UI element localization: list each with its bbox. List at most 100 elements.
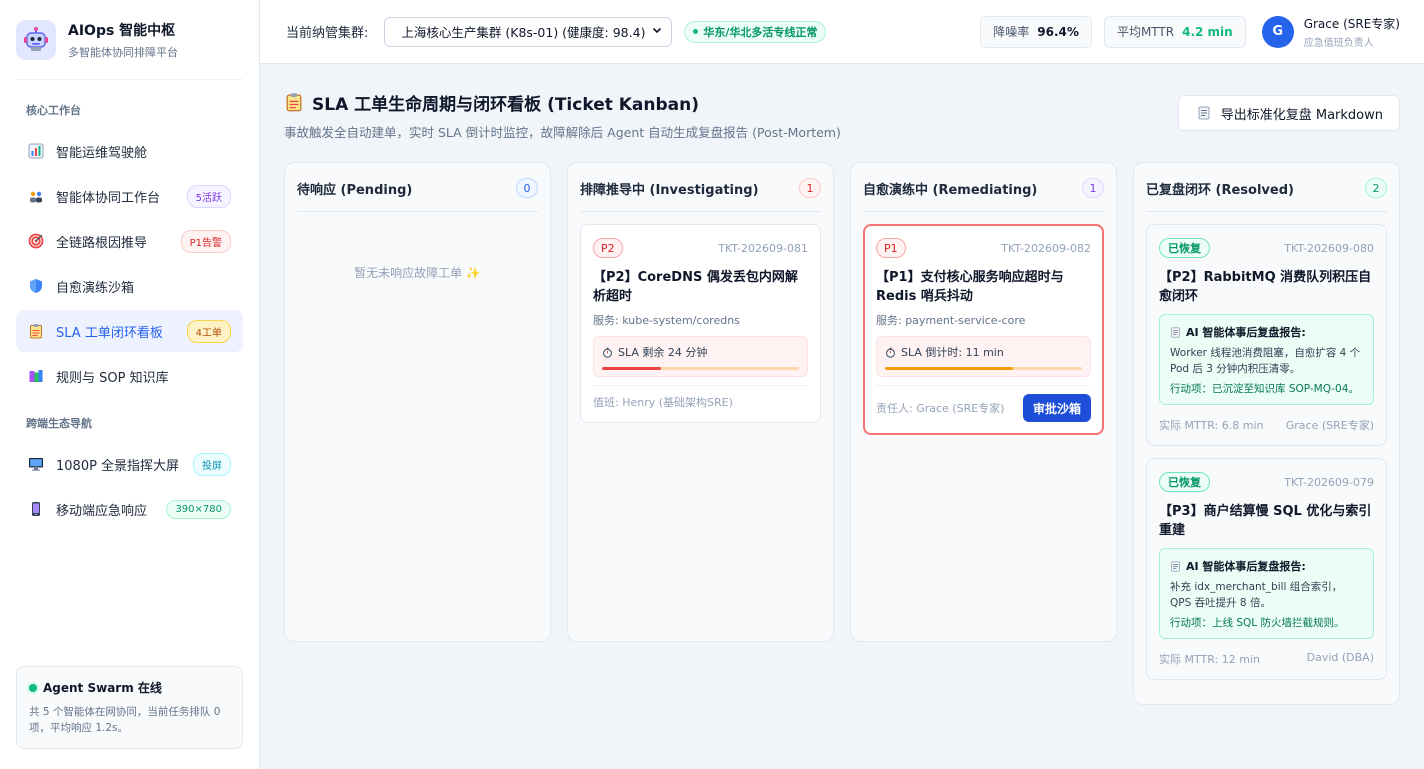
avatar: G [1261, 15, 1294, 48]
column-resolved: 已复盘闭环 (Resolved) 2 已恢复 TKT-202609-080 【P… [1133, 162, 1400, 705]
target-icon [26, 231, 46, 251]
sidebar: AIOps 智能中枢 多智能体协同排障平台 核心工作台 智能运维驾驶舱 智能体协… [0, 0, 260, 769]
user-name: Grace (SRE专家) [1303, 16, 1400, 31]
cluster-select[interactable]: 上海核心生产集群 (K8s-01) (健康度: 98.4) [384, 16, 673, 47]
topbar: 当前纳管集群: 上海核心生产集群 (K8s-01) (健康度: 98.4) 华东… [260, 0, 1424, 64]
column-count: 1 [1082, 178, 1104, 198]
empty-state: 暂无未响应故障工单 ✨ [354, 266, 481, 280]
sidebar-item-label: 自愈演练沙箱 [56, 280, 135, 296]
report-icon [1170, 560, 1181, 572]
user-menu[interactable]: G Grace (SRE专家) 应急值班负责人 [1261, 15, 1400, 49]
report-action-item: 行动项：上线 SQL 防火墙拦截规则。 [1170, 617, 1345, 629]
books-icon [26, 366, 46, 386]
ticket-title: 【P1】支付核心服务响应超时与 Redis 哨兵抖动 [876, 270, 1064, 304]
priority-badge: P1 [876, 238, 906, 258]
sidebar-item-label: 智能体协同工作台 [56, 190, 161, 206]
ticket-title: 【P2】CoreDNS 偶发丢包内网解析超时 [593, 270, 798, 304]
sidebar-item-rootcause[interactable]: 全链路根因推导 P1告警 [16, 220, 243, 262]
priority-badge: P2 [593, 238, 623, 258]
chevron-down-icon [651, 24, 663, 39]
ticket-mttr: 实际 MTTR: 6.8 min [1159, 419, 1264, 432]
sla-text: SLA 剩余 24 分钟 [618, 346, 708, 359]
ticket-title: 【P3】商户结算慢 SQL 优化与索引重建 [1159, 504, 1372, 538]
page-subtitle: 事故触发全自动建单，实时 SLA 倒计时监控，故障解除后 Agent 自动生成复… [284, 125, 841, 140]
ticket-card[interactable]: P1 TKT-202609-082 【P1】支付核心服务响应超时与 Redis … [863, 224, 1104, 435]
noise-reduction-metric: 降噪率 96.4% [980, 15, 1092, 48]
metric-label: 平均MTTR [1116, 25, 1175, 39]
agents-icon [26, 186, 46, 206]
ticket-id: TKT-202609-080 [1284, 241, 1374, 255]
report-title: AI 智能体事后复盘报告: [1186, 326, 1306, 339]
mttr-metric: 平均MTTR 4.2 min [1103, 15, 1246, 48]
sidebar-item-label: 全链路根因推导 [56, 235, 148, 251]
online-dot-icon [29, 683, 37, 692]
column-investigating: 排障推导中 (Investigating) 1 P2 TKT-202609-08… [567, 162, 834, 642]
metric-value: 96.4% [1037, 24, 1079, 39]
sla-text: SLA 倒计时: 11 min [901, 346, 1004, 359]
cluster-label: 当前纳管集群: [286, 26, 369, 41]
status-dot-icon [693, 29, 699, 34]
sidebar-item-agents[interactable]: 智能体协同工作台 5活跃 [16, 175, 243, 217]
ticket-service: 服务: payment-service-core [876, 314, 1026, 327]
sla-progress-fill [885, 367, 1014, 370]
monitor-icon [26, 454, 46, 474]
sidebar-item-sla-kanban[interactable]: SLA 工单闭环看板 4工单 [16, 310, 243, 352]
cluster-select-value: 上海核心生产集群 (K8s-01) (健康度: 98.4) [401, 25, 646, 40]
cast-badge: 投屏 [193, 452, 231, 476]
agent-swarm-status: Agent Swarm 在线 共 5 个智能体在网协同，当前任务排队 0 项，平… [16, 666, 243, 749]
kanban-board: 待响应 (Pending) 0 暂无未响应故障工单 ✨ 排障推导中 (Inves… [284, 162, 1400, 705]
resolved-badge: 已恢复 [1159, 238, 1210, 258]
report-body: 补充 idx_merchant_bill 组合索引，QPS 吞吐提升 8 倍。 [1170, 581, 1343, 609]
report-action-item: 行动项：已沉淀至知识库 SOP-MQ-04。 [1170, 383, 1359, 395]
ticket-card[interactable]: 已恢复 TKT-202609-080 【P2】RabbitMQ 消费队列积压自愈… [1146, 224, 1387, 446]
clipboard-icon [26, 321, 46, 341]
column-title: 已复盘闭环 (Resolved) [1146, 182, 1294, 198]
sla-countdown: SLA 剩余 24 分钟 [593, 336, 808, 377]
mobile-icon [26, 499, 46, 519]
ticket-owner: 责任人: Grace (SRE专家) [876, 402, 1005, 415]
sidebar-item-label: 规则与 SOP 知识库 [56, 370, 169, 386]
report-body: Worker 线程池消费阻塞，自愈扩容 4 个 Pod 后 3 分钟内积压清零。 [1170, 347, 1361, 375]
brand-title: AIOps 智能中枢 [68, 22, 176, 39]
ticket-card[interactable]: 已恢复 TKT-202609-079 【P3】商户结算慢 SQL 优化与索引重建… [1146, 458, 1387, 680]
sidebar-item-label: 智能运维驾驶舱 [56, 145, 148, 161]
nav-section-eco: 跨端生态导航 [26, 417, 92, 430]
active-agents-badge: 5活跃 [186, 184, 231, 208]
export-markdown-button[interactable]: 导出标准化复盘 Markdown [1177, 95, 1400, 131]
sidebar-item-bigscreen[interactable]: 1080P 全景指挥大屏 投屏 [16, 443, 243, 485]
swarm-title: Agent Swarm 在线 [43, 681, 162, 695]
timer-icon [885, 347, 896, 358]
brand-subtitle: 多智能体协同排障平台 [68, 45, 178, 59]
main-area: 当前纳管集群: 上海核心生产集群 (K8s-01) (健康度: 98.4) 华东… [260, 0, 1424, 769]
sidebar-item-knowledge[interactable]: 规则与 SOP 知识库 [16, 355, 243, 397]
network-status-text: 华东/华北多活专线正常 [703, 25, 818, 39]
ticket-oncall: 值班: Henry (基础架构SRE) [593, 396, 733, 409]
content: SLA 工单生命周期与闭环看板 (Ticket Kanban) 事故触发全自动建… [260, 64, 1424, 769]
robot-logo-icon [16, 19, 56, 60]
sidebar-item-cockpit[interactable]: 智能运维驾驶舱 [16, 130, 243, 172]
column-title: 待响应 (Pending) [297, 182, 413, 198]
sla-progress-track [885, 367, 1082, 370]
swarm-description: 共 5 个智能体在网协同，当前任务排队 0 项，平均响应 1.2s。 [29, 706, 221, 734]
sidebar-item-sandbox[interactable]: 自愈演练沙箱 [16, 265, 243, 307]
resolved-badge: 已恢复 [1159, 472, 1210, 492]
network-status-badge: 华东/华北多活专线正常 [684, 20, 827, 43]
user-role: 应急值班负责人 [1303, 37, 1374, 49]
postmortem-report: AI 智能体事后复盘报告: Worker 线程池消费阻塞，自愈扩容 4 个 Po… [1159, 314, 1374, 405]
alert-badge: P1告警 [180, 229, 231, 253]
approve-sandbox-button[interactable]: 审批沙箱 [1022, 394, 1091, 422]
metric-label: 降噪率 [993, 25, 1030, 39]
export-button-label: 导出标准化复盘 Markdown [1220, 107, 1383, 123]
resolution-badge: 390×780 [166, 499, 231, 519]
timer-icon [602, 347, 613, 358]
ticket-count-badge: 4工单 [186, 319, 231, 343]
ticket-title: 【P2】RabbitMQ 消费队列积压自愈闭环 [1159, 270, 1372, 304]
postmortem-report: AI 智能体事后复盘报告: 补充 idx_merchant_bill 组合索引，… [1159, 548, 1374, 639]
sidebar-item-mobile[interactable]: 移动端应急响应 390×780 [16, 488, 243, 530]
ticket-owner: Grace (SRE专家) [1285, 419, 1374, 432]
ticket-card[interactable]: P2 TKT-202609-081 【P2】CoreDNS 偶发丢包内网解析超时… [580, 224, 821, 423]
column-count: 2 [1365, 178, 1387, 198]
metric-value: 4.2 min [1182, 24, 1233, 39]
page-title: SLA 工单生命周期与闭环看板 (Ticket Kanban) [312, 94, 700, 115]
chart-icon [26, 141, 46, 161]
